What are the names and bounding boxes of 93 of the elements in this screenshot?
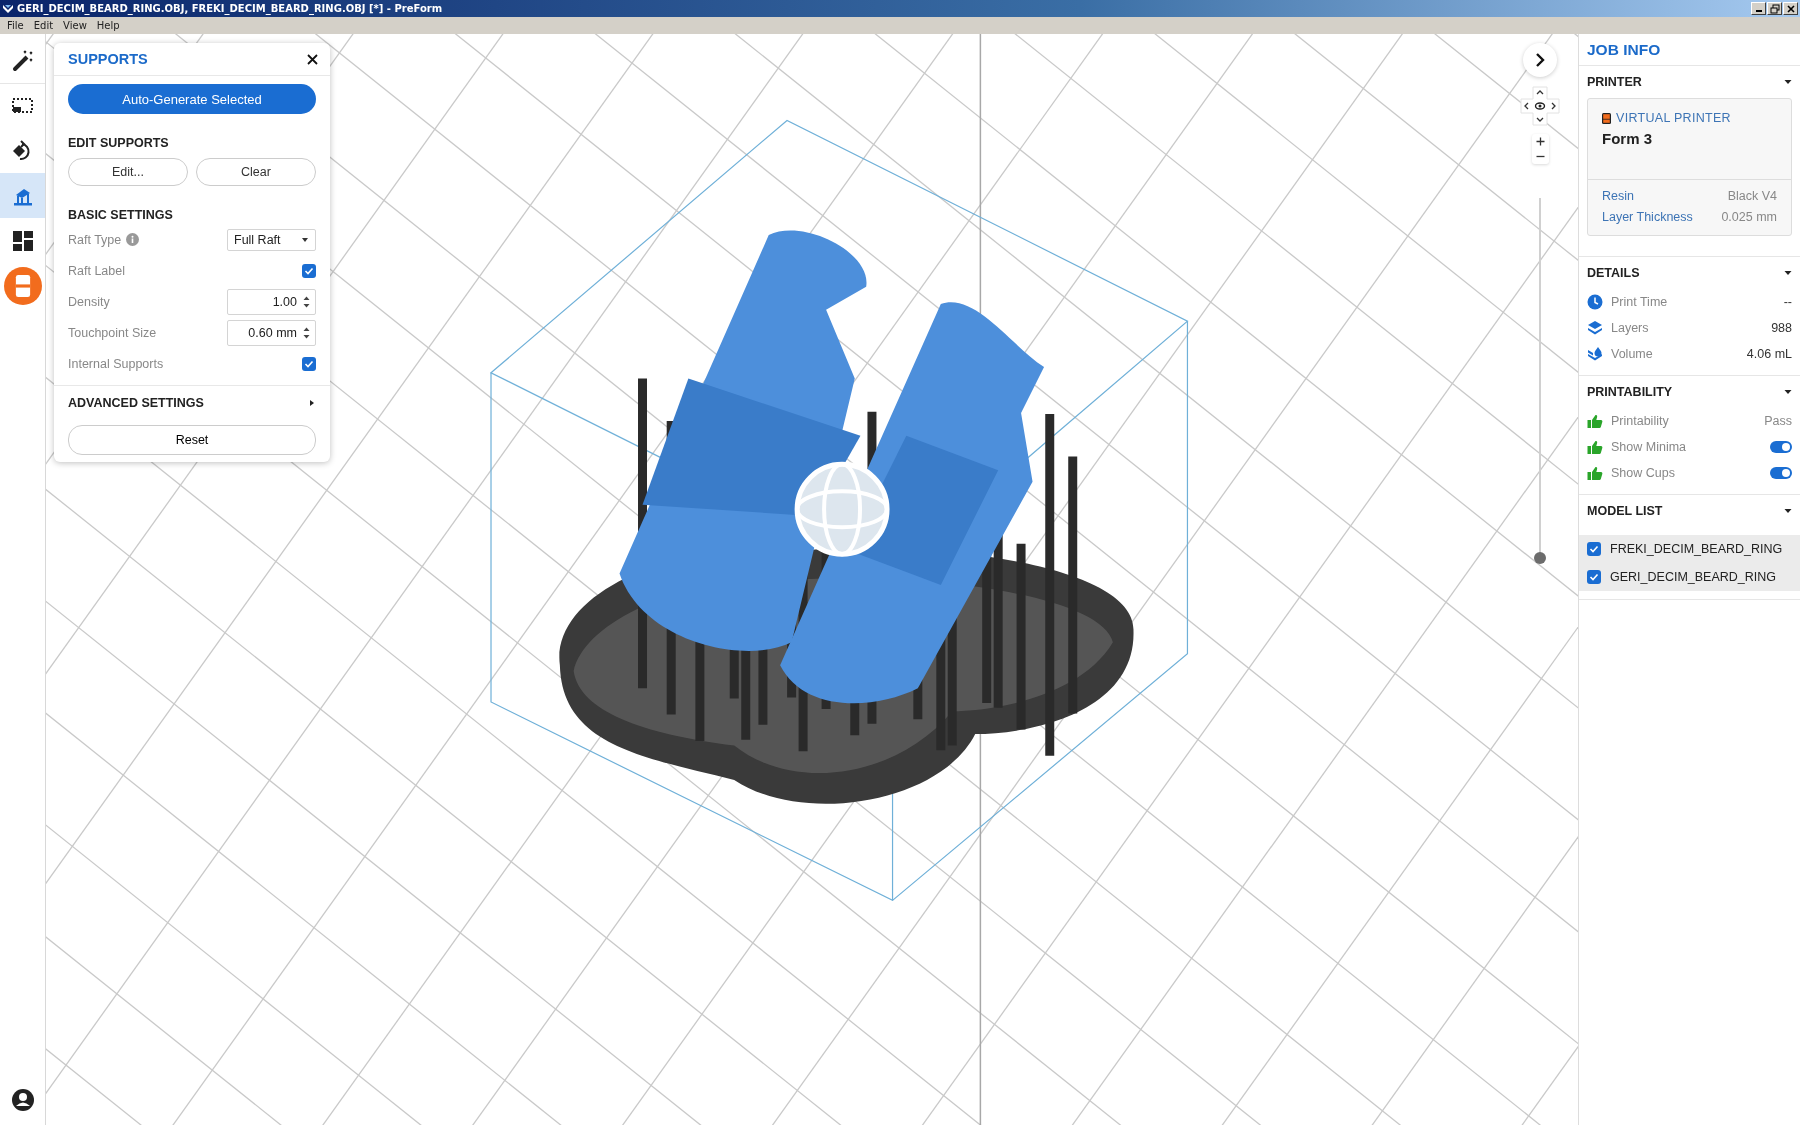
printer-card[interactable]: VIRTUAL PRINTER Form 3 Resin Black V4 Layer Thickness 0.025 mm <box>1587 98 1792 236</box>
setting-value: Black V4 <box>1727 188 1777 203</box>
setting-label: Internal Supports <box>68 356 164 371</box>
number-field[interactable]: 1.00 <box>227 288 316 315</box>
caret-icon[interactable] <box>1784 507 1792 515</box>
checkmark-icon <box>304 265 314 276</box>
checkbox[interactable] <box>302 263 316 278</box>
section-heading: BASIC SETTINGS <box>68 208 174 222</box>
plus-icon <box>1535 137 1545 146</box>
edit-button[interactable]: Edit... <box>68 158 188 186</box>
printer-icon <box>3 266 42 305</box>
checkbox[interactable] <box>1587 542 1601 556</box>
caret-icon[interactable] <box>308 399 316 407</box>
setting-label: Raft Type <box>68 232 122 247</box>
chevron-right-icon <box>1535 53 1545 67</box>
section-heading: EDIT SUPPORTS <box>68 136 170 150</box>
detail-label: Layers <box>1611 321 1649 335</box>
section-heading: PRINTABILITY <box>1587 385 1673 399</box>
view-navigation-icon[interactable] <box>1520 86 1560 126</box>
model-list-item[interactable]: GERI_DECIM_BEARD_RING <box>1579 563 1800 591</box>
check-label: Show Minima <box>1611 440 1687 454</box>
dashboard-icon <box>10 228 35 253</box>
caret-icon[interactable] <box>1784 269 1792 277</box>
toggle-switch[interactable] <box>1770 467 1792 479</box>
thumbs-up-icon <box>1587 439 1603 455</box>
printer-name: Form 3 <box>1602 130 1653 147</box>
magic-wand-icon <box>10 48 35 73</box>
minimize-button[interactable] <box>1751 2 1766 15</box>
caret-icon <box>301 235 309 244</box>
setting-value: 0.025 mm <box>1721 209 1777 224</box>
model-list-item[interactable]: FREKI_DECIM_BEARD_RING <box>1579 535 1800 563</box>
checkmark-icon <box>304 358 314 369</box>
app-icon <box>2 2 14 15</box>
check-result: Pass <box>1764 414 1792 428</box>
panel-title: JOB INFO <box>1579 34 1800 66</box>
close-button[interactable] <box>305 51 320 67</box>
detail-label: Volume <box>1611 347 1653 361</box>
window-title: GERI_DECIM_BEARD_RING.OBJ, FREKI_DECIM_BEARD_RING.OBJ [*] - PreForm <box>17 3 444 14</box>
detail-value: 4.06 mL <box>1746 347 1792 361</box>
checkmark-icon <box>1589 544 1599 554</box>
model-name: FREKI_DECIM_BEARD_RING <box>1610 542 1783 556</box>
checkbox[interactable] <box>302 356 316 371</box>
section-heading: DETAILS <box>1587 266 1640 280</box>
account-icon[interactable] <box>10 1088 35 1112</box>
section-heading: MODEL LIST <box>1587 504 1663 518</box>
number-field[interactable]: 0.60 mm <box>227 319 316 346</box>
slider-thumb[interactable] <box>1534 552 1546 564</box>
clock-icon <box>1587 294 1603 310</box>
expand-panel-button[interactable] <box>1523 43 1557 77</box>
model-drawing[interactable] <box>559 230 1134 804</box>
check-label: Printability <box>1611 414 1669 428</box>
thumbs-up-icon <box>1587 413 1603 429</box>
setting-label: Raft Label <box>68 263 125 278</box>
menu-item[interactable]: Edit <box>28 20 59 31</box>
caret-icon[interactable] <box>1784 78 1792 86</box>
close-button[interactable] <box>1783 2 1798 15</box>
auto-generate-button[interactable]: Auto-Generate Selected <box>68 84 316 114</box>
thumbs-up-icon <box>1587 465 1603 481</box>
toggle-switch[interactable] <box>1770 441 1792 453</box>
printer-tag: VIRTUAL PRINTER <box>1616 111 1731 125</box>
setting-label: Touchpoint Size <box>68 325 157 340</box>
advanced-settings-toggle[interactable]: ADVANCED SETTINGS <box>68 396 204 410</box>
close-icon <box>1785 3 1796 14</box>
printer-icon <box>1602 112 1611 124</box>
menu-item[interactable]: View <box>58 20 92 31</box>
checkmark-icon <box>1589 572 1599 582</box>
setting-label: Layer Thickness <box>1602 209 1693 224</box>
info-icon[interactable] <box>126 233 140 246</box>
restore-icon <box>1769 3 1780 14</box>
layer-slider[interactable] <box>1534 198 1546 564</box>
check-label: Show Cups <box>1611 466 1675 480</box>
raft-type-dropdown[interactable]: Full Raft <box>227 228 316 251</box>
minimize-icon <box>1755 10 1762 12</box>
detail-value: 988 <box>1771 321 1792 335</box>
section-heading: PRINTER <box>1587 75 1642 89</box>
stepper-icon[interactable] <box>303 325 310 340</box>
detail-value: -- <box>1783 295 1792 309</box>
checkbox[interactable] <box>1587 570 1601 584</box>
menu-item[interactable]: File <box>2 20 29 31</box>
reset-button[interactable]: Reset <box>68 425 316 455</box>
panel-title: SUPPORTS <box>68 51 148 67</box>
caret-icon[interactable] <box>1784 388 1792 396</box>
model-name: GERI_DECIM_BEARD_RING <box>1610 570 1776 584</box>
menu-item[interactable]: Help <box>91 20 125 31</box>
detail-label: Print Time <box>1611 295 1668 309</box>
clear-button[interactable]: Clear <box>196 158 316 186</box>
setting-label: Density <box>68 294 110 309</box>
setting-label: Resin <box>1602 188 1634 203</box>
close-icon <box>307 53 318 65</box>
stepper-icon[interactable] <box>303 294 310 309</box>
volume-drop-icon <box>1587 346 1603 362</box>
layers-icon <box>1587 320 1603 336</box>
restore-button[interactable] <box>1767 2 1782 15</box>
